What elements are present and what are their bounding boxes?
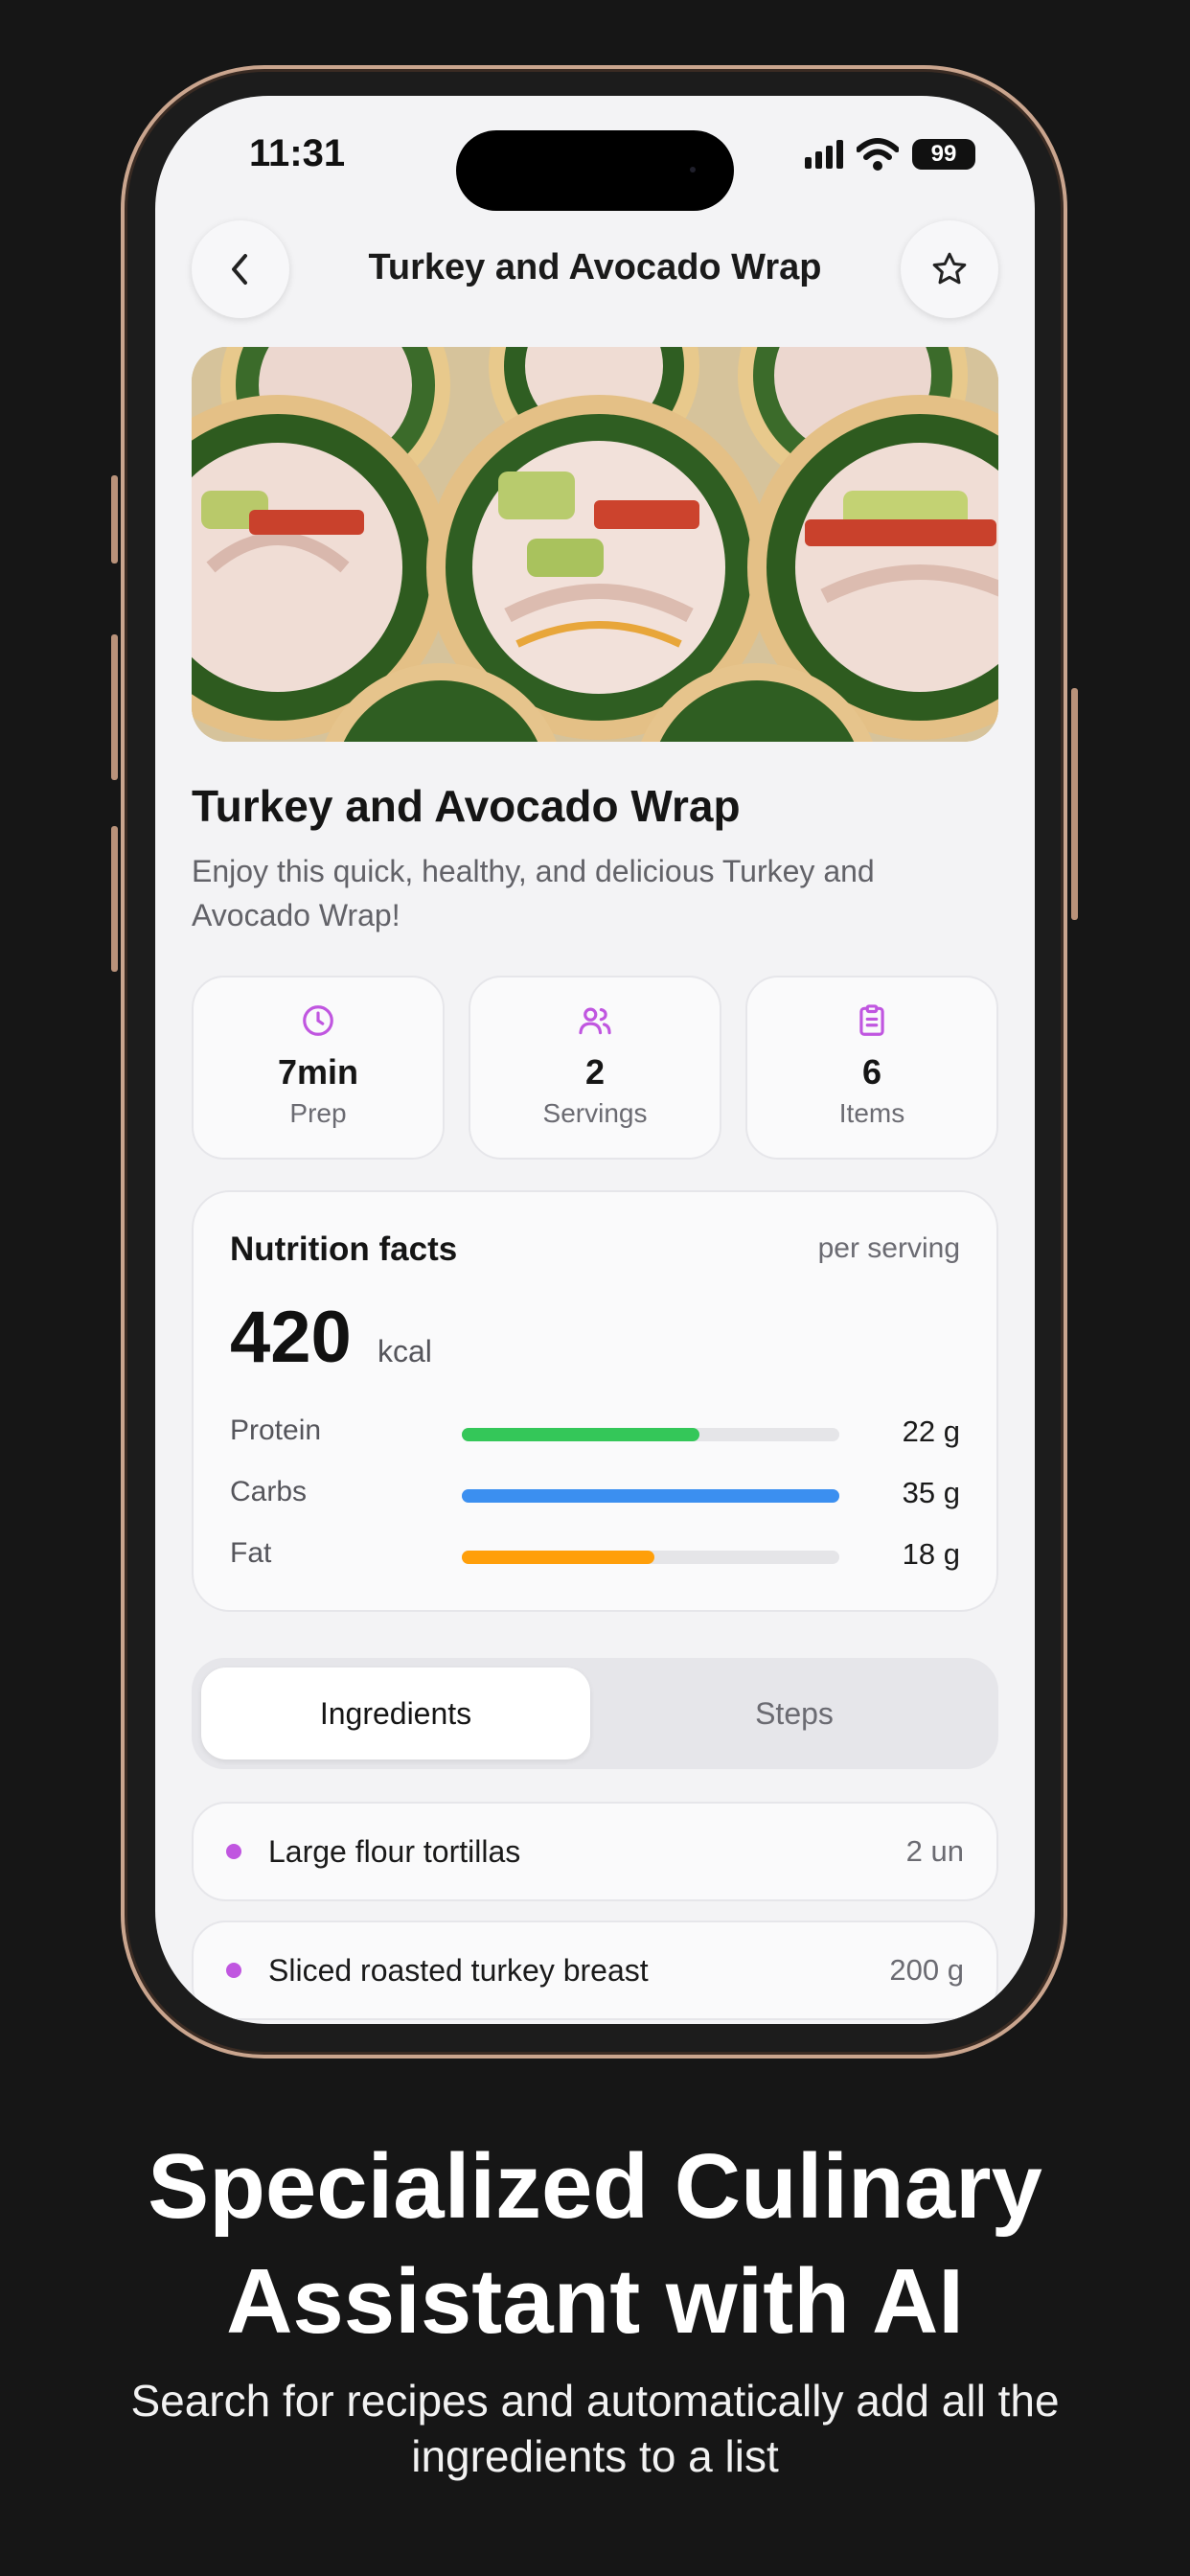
macro-label: Carbs [230,1476,308,1507]
marketing-headline: Specialized Culinary Assistant with AI [0,2129,1190,2359]
stat-card-prep: 7min Prep [192,976,445,1160]
battery-indicator: 99 [912,139,975,170]
recipe-title: Turkey and Avocado Wrap [192,781,741,831]
calories-unit: kcal [378,1334,432,1368]
volume-up-button [111,634,118,780]
chevron-left-icon [232,254,247,285]
nutrition-per-serving: per serving [817,1232,960,1264]
ingredient-quantity: 200 g [889,1953,964,1987]
macro-value: 22 g [902,1414,960,1448]
signal-icon [805,140,843,169]
macro-row-fat: Fat 18 g [230,1533,960,1576]
stat-label: Prep [289,1098,347,1128]
clipboard-icon [859,1004,884,1036]
macro-value: 18 g [902,1537,960,1571]
ingredient-item[interactable]: Sliced roasted turkey breast 200 g [192,1920,998,2020]
macro-track [462,1489,839,1503]
marketing-subheadline: Search for recipes and automatically add… [130,2376,1060,2481]
nutrition-card: Nutrition facts per serving 420 kcal Pro… [192,1190,998,1612]
action-button [111,475,118,564]
wifi-icon [857,138,899,171]
headline-line-1: Specialized Culinary [148,2135,1042,2238]
status-time: 11:31 [249,132,346,174]
stat-label: Items [838,1098,905,1128]
stat-value: 2 [584,1052,606,1092]
macro-track [462,1551,839,1564]
users-icon [579,1007,611,1035]
recipe-description: Enjoy this quick, healthy, and delicious… [192,854,875,932]
favorite-button[interactable] [901,220,998,318]
stat-value: 7min [277,1052,359,1092]
dynamic-island [456,130,734,211]
macro-row-protein: Protein 22 g [230,1411,960,1453]
ingredient-name: Large flour tortillas [268,1834,521,1869]
ingredient-item[interactable]: Large flour tortillas 2 un [192,1802,998,1901]
power-button [1071,688,1078,920]
phone-screen: 11:31 99 Turkey and Avocado Wrap Turkey … [155,96,1035,2024]
macro-value: 35 g [902,1476,960,1509]
volume-down-button [111,826,118,972]
tab-ingredients[interactable]: Ingredients [201,1668,590,1760]
nutrition-title: Nutrition facts [230,1230,458,1268]
recipe-image [192,347,998,742]
bullet-icon [226,1963,241,1978]
star-icon [932,252,967,285]
macro-label: Protein [230,1414,322,1446]
macro-track [462,1428,839,1441]
macro-fill-carbs [462,1489,839,1503]
ingredient-name: Sliced roasted turkey breast [268,1953,649,1988]
stat-card-items: 6 Items [745,976,998,1160]
stat-card-servings: 2 Servings [469,976,721,1160]
back-button[interactable] [192,220,289,318]
status-icons: 99 [805,138,975,171]
headline-line-2: Assistant with AI [226,2250,964,2353]
tab-steps[interactable]: Steps [600,1668,989,1760]
clock-icon [303,1005,333,1036]
bullet-icon [226,1844,241,1859]
stat-value: 6 [861,1052,882,1092]
ingredient-quantity: 2 un [905,1834,964,1868]
macro-fill-protein [462,1428,700,1441]
calories-value: 420 [230,1297,352,1378]
segmented-control: Ingredients Steps [192,1658,998,1769]
macro-label: Fat [230,1537,272,1569]
stat-label: Servings [542,1098,648,1128]
macro-fill-fat [462,1551,654,1564]
macro-row-carbs: Carbs 35 g [230,1472,960,1514]
page-title: Turkey and Avocado Wrap [368,247,822,288]
